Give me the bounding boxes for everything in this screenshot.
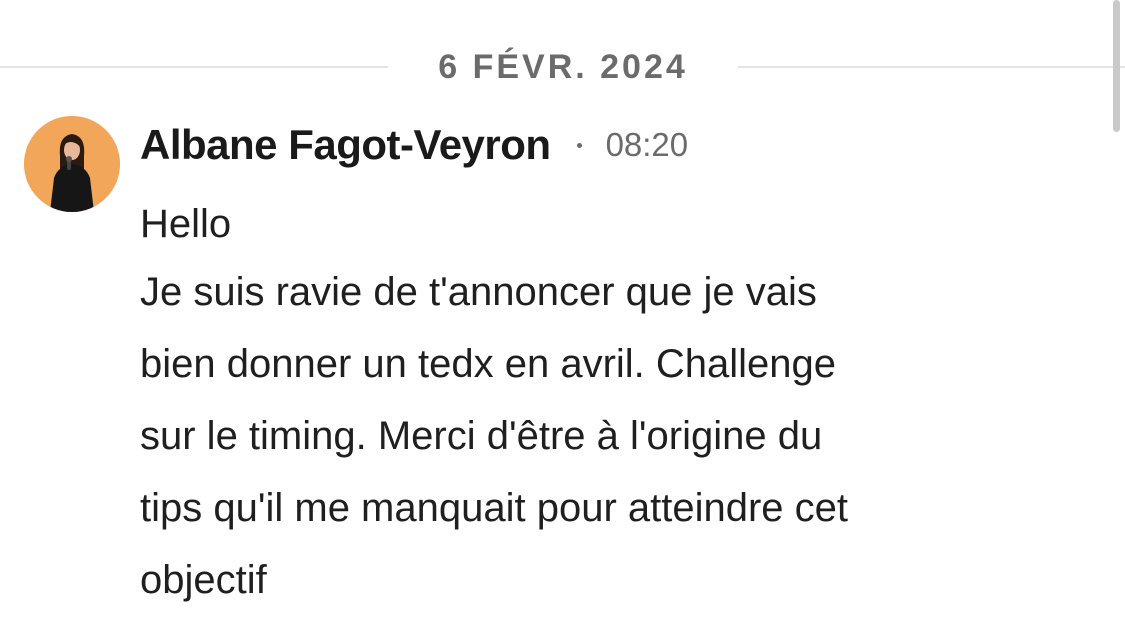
date-divider: 6 FÉVR. 2024	[0, 44, 1125, 90]
message-body: Hello Je suis ravie de t'annoncer que je…	[140, 188, 1040, 616]
user-avatar-photo-icon	[24, 116, 120, 212]
divider-line-left	[0, 66, 388, 68]
date-label: 6 FÉVR. 2024	[438, 48, 688, 86]
divider-line-right	[738, 66, 1125, 68]
scrollbar[interactable]	[1111, 0, 1125, 643]
message-line: tips qu'il me manquait pour atteindre ce…	[140, 486, 849, 530]
separator-dot	[576, 142, 582, 148]
message-line: objectif	[140, 558, 267, 602]
message-header: Albane Fagot-Veyron 08:20	[140, 120, 688, 170]
scrollbar-thumb[interactable]	[1113, 0, 1120, 132]
message-line: bien donner un tedx en avril. Challenge	[140, 342, 837, 386]
avatar[interactable]	[24, 116, 120, 212]
message-timestamp: 08:20	[605, 126, 689, 163]
message-line: Hello	[140, 202, 232, 246]
sender-name[interactable]: Albane Fagot-Veyron	[140, 121, 551, 169]
message-line: sur le timing. Merci d'être à l'origine …	[140, 414, 823, 458]
message-line: Je suis ravie de t'annoncer que je vais	[140, 270, 817, 314]
